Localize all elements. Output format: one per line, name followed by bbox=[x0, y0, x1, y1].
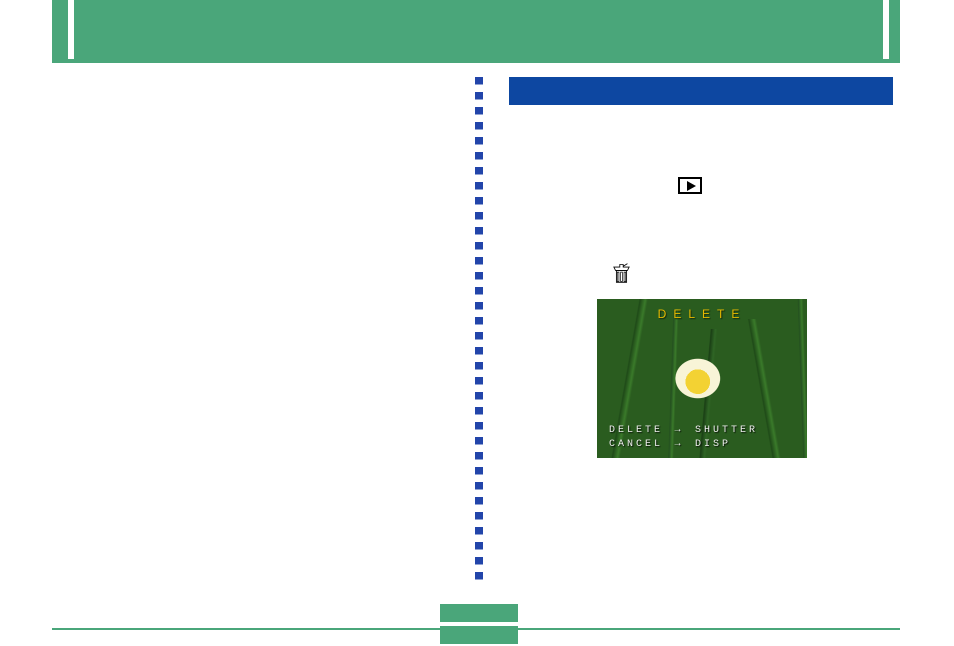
arrow-icon: → bbox=[672, 424, 686, 438]
screen-row-right: DISP bbox=[695, 439, 731, 450]
section-heading-bar bbox=[502, 77, 900, 105]
page-tab bbox=[440, 604, 518, 644]
screen-row-delete: DELETE → SHUTTER bbox=[609, 424, 795, 438]
screen-row-left: DELETE bbox=[609, 425, 663, 436]
screen-row-left: CANCEL bbox=[609, 439, 663, 450]
arrow-icon: → bbox=[672, 438, 686, 452]
camera-lcd-preview: DELETE DELETE → SHUTTER CANCEL → DISP bbox=[597, 299, 807, 458]
screen-row-right: SHUTTER bbox=[695, 425, 758, 436]
play-triangle-icon bbox=[687, 181, 696, 191]
vertical-divider bbox=[475, 77, 483, 583]
trash-icon bbox=[613, 262, 630, 284]
screen-title: DELETE bbox=[597, 307, 807, 321]
screen-instructions: DELETE → SHUTTER CANCEL → DISP bbox=[597, 424, 807, 452]
screen-row-cancel: CANCEL → DISP bbox=[609, 438, 795, 452]
header-bar-inner bbox=[68, 0, 889, 59]
playback-icon bbox=[678, 177, 702, 194]
